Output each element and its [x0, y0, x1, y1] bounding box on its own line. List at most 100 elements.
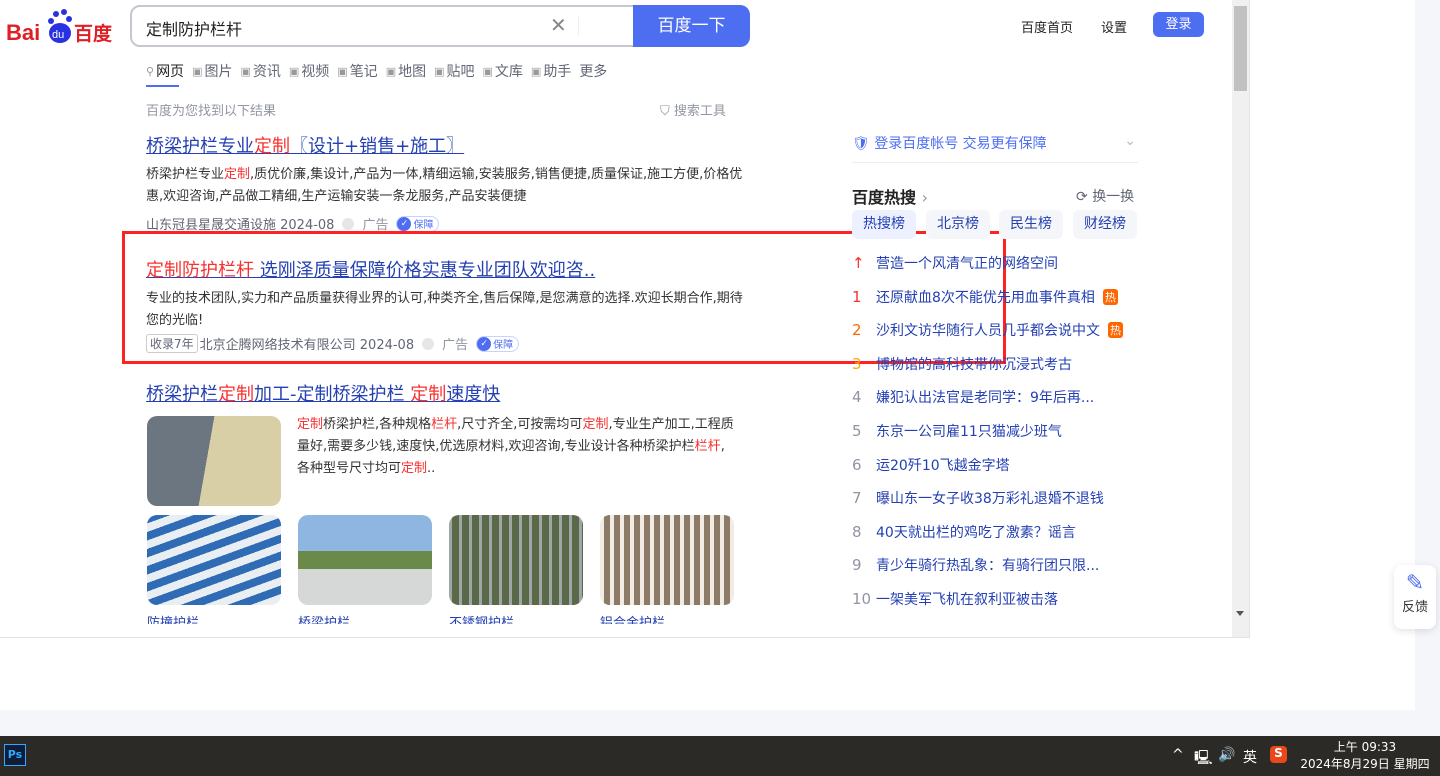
tab-5[interactable]: ▣ 地图	[386, 61, 426, 81]
hot-title: 还原献血8次不能优先用血事件真相	[876, 289, 1095, 306]
chevron-right-icon: ›	[921, 188, 928, 207]
page-margin	[0, 710, 1440, 736]
tab-4[interactable]: ▣ 笔记	[337, 61, 377, 81]
gallery-caption[interactable]: 不锈钢护栏	[449, 614, 514, 624]
tab-label: 更多	[579, 64, 608, 80]
hot-item[interactable]: 10 一架美军飞机在叙利亚被击落	[852, 589, 1058, 609]
refresh-label: 换一换	[1092, 189, 1135, 205]
result-image[interactable]	[147, 416, 281, 506]
ai-icon: ▣	[530, 64, 542, 78]
refresh-button[interactable]: ⟳ 换一换	[1076, 186, 1134, 206]
hot-item[interactable]: 5 东京一公司雇11只猫减少班气	[852, 421, 1062, 441]
search-tools-button[interactable]: ⛉ 搜索工具	[660, 100, 726, 119]
text-segment: 〖设计+销售+施工〗	[290, 136, 465, 157]
feedback-button[interactable]: ✎ 反馈	[1394, 565, 1436, 629]
svg-text:百度: 百度	[74, 22, 113, 44]
scrollbar-thumb[interactable]	[1234, 6, 1247, 91]
tab-label: 图片	[204, 64, 233, 80]
hot-item[interactable]: 1 还原献血8次不能优先用血事件真相热	[852, 287, 1118, 307]
hot-item[interactable]: 6 运20歼10飞越金字塔	[852, 455, 1010, 475]
clear-icon[interactable]: ✕	[550, 13, 567, 37]
settings-link[interactable]: 设置	[1101, 17, 1127, 36]
hot-tab[interactable]: 热搜榜	[852, 210, 916, 239]
text-segment: 桥梁护栏	[146, 384, 218, 405]
search-result: 桥梁护栏定制加工-定制桥梁护栏 定制速度快	[146, 380, 746, 406]
search-input[interactable]: 定制防护栏杆	[146, 16, 242, 40]
text-segment: 桥梁护栏,各种规格	[323, 417, 432, 432]
hot-tab[interactable]: 北京榜	[926, 210, 990, 239]
chevron-up-icon[interactable]: ^	[1172, 747, 1184, 763]
hot-badge: 热	[1108, 322, 1123, 339]
tab-0[interactable]: ⚲ 网页	[146, 61, 184, 81]
tab-6[interactable]: ▣ 贴吧	[434, 61, 474, 81]
login-prompt[interactable]: 🛡 登录百度帐号 交易更有保障 ⌄	[852, 133, 1138, 163]
ime-indicator[interactable]: 英	[1243, 747, 1257, 767]
baidu-logo[interactable]: Bai du 百度	[6, 8, 114, 44]
network-icon[interactable]: 🖳	[1194, 747, 1213, 771]
divider	[578, 17, 579, 35]
hot-search-title[interactable]: 百度热搜 ›	[852, 184, 928, 208]
text-segment: 加工-定制桥梁护栏	[254, 384, 411, 405]
hot-item[interactable]: 4 嫌犯认出法官是老同学：9年后再...	[852, 387, 1094, 407]
badge-label: 保障	[413, 220, 434, 231]
tab-3[interactable]: ▣ 视频	[289, 61, 329, 81]
hot-title: 青少年骑行热乱象：有骑行团只限...	[876, 558, 1100, 575]
hot-rank: 10	[852, 590, 872, 608]
gallery-caption[interactable]: 铝合金护栏	[600, 614, 665, 624]
scrollbar[interactable]	[1232, 0, 1249, 637]
hot-tab[interactable]: 财经榜	[1073, 210, 1137, 239]
search-button[interactable]: 百度一下	[633, 5, 750, 47]
map-icon: ▣	[385, 64, 397, 78]
gallery-image[interactable]	[298, 515, 432, 605]
scroll-down-arrow-icon[interactable]	[1236, 611, 1244, 616]
hot-title: 沙利文访华随行人员几乎都会说中文	[876, 323, 1100, 340]
hot-badge: 热	[1102, 288, 1118, 305]
login-button[interactable]: 登录	[1153, 12, 1204, 37]
clock-time: 上午 09:33	[1333, 740, 1397, 754]
hot-title: 营造一个风清气正的网络空间	[876, 256, 1058, 272]
photoshop-icon[interactable]: Ps	[4, 744, 26, 766]
tab-label: 笔记	[349, 64, 378, 80]
tab-7[interactable]: ▣ 文库	[483, 61, 523, 81]
tab-8[interactable]: ▣ 助手	[531, 61, 571, 81]
highlight-text: 定制	[254, 136, 290, 157]
video-icon: ▣	[288, 64, 300, 78]
highlight-text: 定制	[410, 384, 447, 405]
tab-label: 资讯	[252, 64, 281, 80]
clock[interactable]: 上午 09:33 2024年8月29日 星期四	[1300, 739, 1430, 773]
hot-item[interactable]: 8 40天就出栏的鸡吃了激素？谣言	[852, 522, 1076, 542]
gallery-image[interactable]	[147, 515, 281, 605]
gallery-image[interactable]	[449, 515, 583, 605]
hot-item[interactable]: 2 沙利文访华随行人员几乎都会说中文热	[852, 320, 1123, 340]
tab-9[interactable]: 更多	[579, 61, 607, 81]
gallery-caption[interactable]: 防撞护栏	[147, 614, 199, 624]
hot-rank: 3	[852, 354, 862, 373]
note-icon: ▣	[337, 64, 348, 78]
gallery-caption[interactable]: 桥梁护栏	[298, 614, 350, 624]
tieba-icon: ▣	[434, 64, 445, 78]
baidu-home-link[interactable]: 百度首页	[1021, 17, 1073, 36]
guarantee-badge[interactable]: ✓ 保障	[396, 215, 440, 232]
tab-1[interactable]: ▣ 图片	[192, 61, 232, 81]
result-title-link[interactable]: 桥梁护栏定制加工-定制桥梁护栏 定制速度快	[146, 380, 746, 406]
hot-item[interactable]: 9 青少年骑行热乱象：有骑行团只限...	[852, 555, 1099, 575]
gallery-image[interactable]	[600, 515, 734, 605]
hot-rank: 7	[852, 489, 862, 508]
hot-item[interactable]: 7 曝山东一女子收38万彩礼退婚不退钱	[852, 488, 1104, 508]
result-title-link[interactable]: 桥梁护栏专业定制〖设计+销售+施工〗	[146, 132, 746, 158]
volume-icon[interactable]: 🔊	[1218, 747, 1235, 763]
highlight-text: 栏杆	[694, 439, 721, 454]
chevron-down-icon[interactable]: ⌄	[1124, 133, 1136, 149]
hot-title: 嫌犯认出法官是老同学：9年后再...	[876, 390, 1095, 407]
hot-item[interactable]: 3 博物馆的高科技带你沉浸式考古	[852, 354, 1072, 374]
tab-label: 文库	[494, 64, 523, 80]
hot-rank: 2	[852, 321, 862, 340]
clock-date: 2024年8月29日 星期四	[1300, 757, 1430, 771]
hot-tab[interactable]: 民生榜	[999, 210, 1063, 239]
result-abstract: 桥梁护栏专业定制,质优价廉,集设计,产品为一体,精细运输,安装服务,销售便捷,质…	[146, 164, 746, 208]
sogou-input-icon[interactable]: S	[1270, 746, 1287, 763]
hot-item[interactable]: ↑ 营造一个风清气正的网络空间	[852, 253, 1058, 273]
result-abstract: 定制桥梁护栏,各种规格栏杆,尺寸齐全,可按需均可定制,专业生产加工,工程质量好,…	[297, 414, 737, 480]
tab-2[interactable]: ▣ 资讯	[240, 61, 280, 81]
image-icon: ▣	[192, 64, 203, 78]
